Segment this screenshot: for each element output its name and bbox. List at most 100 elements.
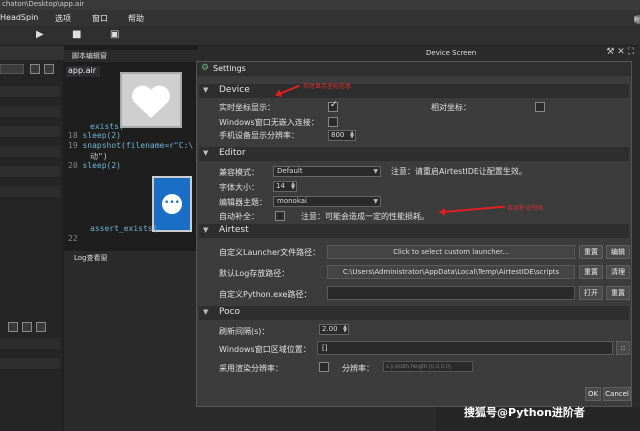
section-airtest[interactable]: ▼ Airtest xyxy=(199,224,629,238)
watermark: 搜狐号@Python进阶者 xyxy=(464,406,585,419)
phone-resolution-label: 手机设备显示分辨率： xyxy=(219,131,299,140)
realtime-coords-label: 实时坐标显示： xyxy=(219,103,275,112)
ok-button[interactable]: OK xyxy=(585,387,601,401)
stepper-arrows-icon[interactable]: ▲ ▼ xyxy=(343,325,347,334)
list-item[interactable] xyxy=(0,358,60,370)
list-item[interactable] xyxy=(0,86,60,98)
settings-icon[interactable] xyxy=(44,64,54,74)
stepper-arrows-icon[interactable]: ▲ ▼ xyxy=(350,131,354,140)
code-line: 20 sleep(2) xyxy=(68,161,121,170)
section-device-label: Device xyxy=(219,85,250,95)
list-item[interactable] xyxy=(0,126,60,138)
chevron-down-icon: ▼ xyxy=(373,198,378,205)
settings-dialog: ⚙ Settings ▼ Device 实时坐标显示： 相对坐标： Window… xyxy=(196,61,632,407)
record-icon[interactable]: ▣ xyxy=(110,29,119,40)
collapse-triangle-icon: ▼ xyxy=(203,308,209,316)
script-editor[interactable]: 脚本编辑窗 app.air exists( 18 sleep(2) 19 sna… xyxy=(64,46,198,251)
tools-icon[interactable]: ✕ xyxy=(617,47,625,57)
python-open-button[interactable]: 打开 xyxy=(579,286,603,300)
refresh-icon[interactable] xyxy=(30,64,40,74)
compat-note: 注意：请重启AirtestIDE让配置生效。 xyxy=(391,167,527,176)
menu-bar: HeadSpin 选项 窗口 帮助 hwhrr ▾ xyxy=(0,10,640,26)
left-panel-header xyxy=(0,46,64,60)
chat-bubble-icon: ••• xyxy=(162,194,182,214)
title-bar: chaton\Desktop\app.air xyxy=(0,0,640,10)
relative-coords-label: 相对坐标： xyxy=(431,103,471,112)
theme-label: 编辑器主题： xyxy=(219,198,267,207)
compat-mode-select[interactable]: Default ▼ xyxy=(273,166,381,177)
device-screen-title: Device Screen xyxy=(426,49,477,57)
gear-icon: ⚙ xyxy=(201,63,210,73)
phone-resolution-stepper[interactable]: 800 ▲ ▼ xyxy=(328,130,356,141)
win-region-picker-button[interactable]: :: xyxy=(616,341,630,355)
list-item[interactable] xyxy=(0,166,60,178)
win-region-label: Windows窗口区域位置： xyxy=(219,345,311,354)
log-path-clean-button[interactable]: 清理 xyxy=(606,265,630,279)
code-line: 19 snapshot(filename=r"C:\ xyxy=(68,141,194,150)
windows-no-embed-label: Windows窗口无嵌入连接： xyxy=(219,118,319,127)
code-line: exists( xyxy=(90,122,124,131)
code-line: 22 xyxy=(68,234,78,243)
tool-icon[interactable] xyxy=(8,322,18,332)
menu-item-options[interactable]: 选项 xyxy=(55,13,71,24)
render-res-label: 采用渲染分辨率： xyxy=(219,364,283,373)
win-region-field[interactable]: [] xyxy=(317,341,613,355)
render-res-checkbox[interactable] xyxy=(319,362,329,372)
autocomplete-checkbox[interactable] xyxy=(275,211,285,221)
left-panel-selector[interactable] xyxy=(0,64,24,74)
tool-icon[interactable] xyxy=(22,322,32,332)
tool-icon[interactable] xyxy=(36,322,46,332)
settings-icon[interactable]: ⚒ xyxy=(606,47,614,57)
menu-item-headspin[interactable]: HeadSpin xyxy=(0,13,38,22)
menu-item-window[interactable]: 窗口 xyxy=(92,13,108,24)
python-path-label: 自定义Python.exe路径： xyxy=(219,290,312,299)
section-poco[interactable]: ▼ Poco xyxy=(199,306,629,320)
autocomplete-label: 自动补全： xyxy=(219,212,259,221)
section-airtest-label: Airtest xyxy=(219,225,249,235)
theme-select[interactable]: monokai ▼ xyxy=(273,196,381,207)
stop-icon[interactable]: ■ xyxy=(72,29,81,40)
refresh-interval-stepper[interactable]: 2.00 ▲ ▼ xyxy=(319,324,349,335)
list-item[interactable] xyxy=(0,338,60,350)
log-header: Log查看窗 xyxy=(64,251,198,265)
fullscreen-icon[interactable]: ⛶ xyxy=(628,47,634,57)
section-poco-label: Poco xyxy=(219,307,241,317)
resolution-input[interactable] xyxy=(383,361,473,372)
log-path-label: 默认Log存放路径： xyxy=(219,269,290,278)
python-path-field[interactable] xyxy=(327,286,575,300)
collapse-triangle-icon: ▼ xyxy=(203,86,209,94)
stepper-arrows-icon[interactable]: ▲ ▼ xyxy=(291,182,295,191)
list-item[interactable] xyxy=(0,106,60,118)
launcher-label: 自定义Launcher文件路径： xyxy=(219,248,321,257)
windows-no-embed-checkbox[interactable] xyxy=(328,117,338,127)
realtime-coords-checkbox[interactable] xyxy=(328,100,338,112)
section-editor[interactable]: ▼ Editor xyxy=(199,147,629,161)
refresh-interval-label: 刷新间隔(s)： xyxy=(219,327,270,336)
cancel-button[interactable]: Cancel xyxy=(603,387,631,401)
collapse-triangle-icon: ▼ xyxy=(203,149,209,157)
tab-app-air[interactable]: app.air xyxy=(66,66,100,77)
font-size-stepper[interactable]: 14 ▲ ▼ xyxy=(273,181,297,192)
launcher-reset-button[interactable]: 重置 xyxy=(579,245,603,259)
heart-icon xyxy=(132,85,170,118)
section-device[interactable]: ▼ Device xyxy=(199,84,629,98)
toolbar: ▶ ■ ▣ xyxy=(0,26,640,46)
python-reset-button[interactable]: 重置 xyxy=(606,286,630,300)
launcher-edit-button[interactable]: 编辑 xyxy=(606,245,630,259)
window-path: chaton\Desktop\app.air xyxy=(2,0,85,8)
run-icon[interactable]: ▶ xyxy=(36,29,44,40)
section-editor-label: Editor xyxy=(219,148,246,158)
menu-item-help[interactable]: 帮助 xyxy=(128,13,144,24)
compat-mode-label: 兼容模式： xyxy=(219,168,259,177)
launcher-path-field[interactable]: Click to select custom launcher... xyxy=(327,245,575,259)
log-path-reset-button[interactable]: 重置 xyxy=(579,265,603,279)
chat-image-thumbnail[interactable]: ••• xyxy=(152,176,192,232)
heart-image-thumbnail[interactable] xyxy=(120,72,182,128)
font-size-label: 字体大小： xyxy=(219,183,259,192)
list-item[interactable] xyxy=(0,146,60,158)
relative-coords-checkbox[interactable] xyxy=(535,102,545,112)
log-path-field[interactable]: C:\Users\Administrator\AppData\Local\Tem… xyxy=(327,265,575,279)
list-item[interactable] xyxy=(0,186,60,198)
code-line: 18 sleep(2) xyxy=(68,131,121,140)
chevron-down-icon: ▼ xyxy=(373,168,378,175)
